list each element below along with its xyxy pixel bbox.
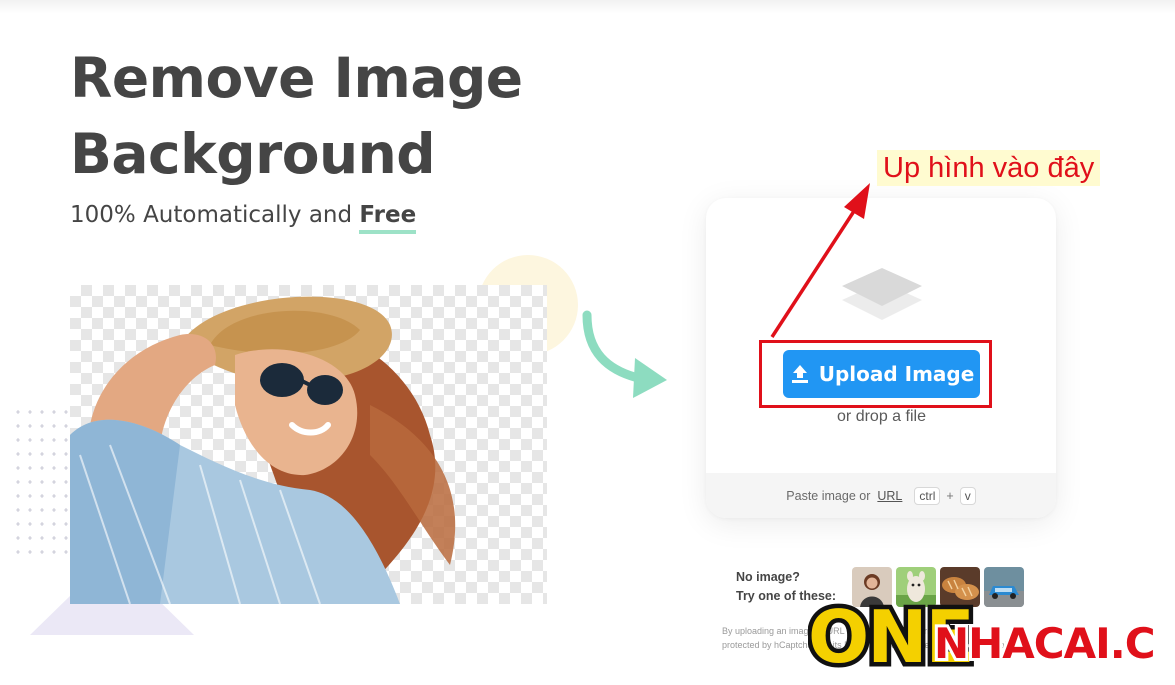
top-bar	[0, 0, 1175, 14]
decorative-dots	[12, 405, 72, 555]
annotation-highlight-box	[759, 340, 992, 408]
paste-bar: Paste image or URL ctrl + v	[706, 473, 1056, 518]
url-link[interactable]: URL	[877, 489, 902, 503]
ctrl-key: ctrl	[914, 486, 941, 505]
subtitle-free: Free	[359, 202, 417, 234]
annotation-arrow-icon	[770, 183, 870, 338]
title-line-2: Background	[70, 122, 436, 186]
onenhacai-watermark-logo: ONE ONE NHACAI.COM NHACAI.COM	[808, 596, 1153, 676]
watermark-domain: NHACAI.COM	[934, 619, 1153, 668]
annotation-label: Up hình vào đây	[877, 150, 1101, 186]
hero-example-photo	[70, 296, 456, 604]
v-key: v	[959, 486, 976, 505]
paste-label: Paste image or	[786, 488, 871, 503]
sample-prompt-line1: No image?	[736, 570, 800, 584]
subtitle-prefix: 100% Automatically and	[70, 202, 360, 228]
title-line-1: Remove Image	[70, 46, 523, 110]
page-title: Remove Image Background	[70, 40, 610, 192]
subtitle: 100% Automatically and Free	[70, 202, 417, 234]
green-arrow-icon	[582, 310, 667, 398]
plus-sign: +	[946, 488, 954, 503]
drop-file-text: or drop a file	[837, 408, 926, 425]
